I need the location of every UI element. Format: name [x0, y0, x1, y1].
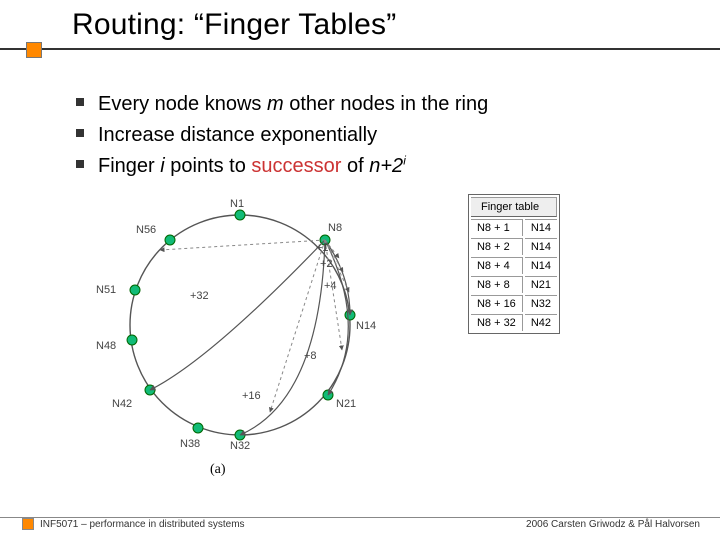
ft-c: N14 — [525, 219, 557, 236]
ring-label-n48: N48 — [96, 340, 116, 352]
bullet-3-text-a: Finger — [98, 155, 160, 177]
ft-c: N21 — [525, 276, 557, 293]
title-underline — [0, 48, 720, 50]
ring-label-n1: N1 — [230, 198, 244, 210]
footer-accent-icon — [22, 518, 34, 530]
ring-label-n51: N51 — [96, 284, 116, 296]
page-title: Routing: “Finger Tables” — [72, 8, 396, 42]
ring-label-n8: N8 — [328, 222, 342, 234]
ring-label-n56: N56 — [136, 224, 156, 236]
finger-table-caption: Finger table — [471, 197, 557, 217]
ft-c: N8 + 32 — [471, 314, 523, 331]
accent-square-icon — [26, 42, 42, 58]
slide: Routing: “Finger Tables” Every node know… — [0, 0, 720, 540]
offset-label-4: +4 — [324, 280, 337, 292]
bullet-3-i: i — [160, 155, 170, 177]
ft-c: N42 — [525, 314, 557, 331]
table-row: N8 + 16N32 — [471, 295, 557, 312]
bullet-1-text-a: Every node knows — [98, 93, 267, 115]
ft-c: N8 + 2 — [471, 238, 523, 255]
ft-c: N14 — [525, 257, 557, 274]
ft-c: N8 + 16 — [471, 295, 523, 312]
figure: N1 N8 N14 N21 N32 N38 N42 N48 N51 N56 +1… — [40, 180, 680, 480]
table-row: N8 + 32N42 — [471, 314, 557, 331]
bullet-2: Increase distance exponentially — [74, 121, 714, 150]
finger-table: Finger table N8 + 1N14 N8 + 2N14 N8 + 4N… — [468, 194, 560, 334]
bullet-3-expr: n+2i — [369, 155, 406, 177]
bullet-1-text-b: other nodes in the ring — [284, 93, 489, 115]
footer-right: 2006 Carsten Griwodz & Pål Halvorsen — [526, 519, 700, 530]
bullet-3-base: n+2 — [369, 155, 403, 177]
table-row: N8 + 1N14 — [471, 219, 557, 236]
table-row: N8 + 4N14 — [471, 257, 557, 274]
offset-label-2: +2 — [320, 258, 333, 270]
offset-label-8: +8 — [304, 350, 317, 362]
ft-c: N32 — [525, 295, 557, 312]
bullet-list: Every node knows m other nodes in the ri… — [34, 90, 714, 183]
bullet-1: Every node knows m other nodes in the ri… — [74, 90, 714, 119]
bullet-3: Finger i points to successor of n+2i — [74, 152, 714, 181]
footer: INF5071 – performance in distributed sys… — [0, 514, 720, 534]
bullet-1-m: m — [267, 93, 284, 115]
ft-c: N8 + 8 — [471, 276, 523, 293]
offset-label-1: +1 — [316, 242, 329, 254]
offset-label-32: +32 — [190, 290, 209, 302]
ring-label-n21: N21 — [336, 398, 356, 410]
title-bar: Routing: “Finger Tables” — [0, 6, 720, 50]
ft-c: N8 + 4 — [471, 257, 523, 274]
table-row: N8 + 8N21 — [471, 276, 557, 293]
bullet-3-text-b: points to — [170, 155, 251, 177]
ring-label-n42: N42 — [112, 398, 132, 410]
bullet-3-successor: successor — [251, 155, 341, 177]
offset-label-16: +16 — [242, 390, 261, 402]
ft-c: N8 + 1 — [471, 219, 523, 236]
table-row: N8 + 2N14 — [471, 238, 557, 255]
subfigure-label: (a) — [210, 462, 226, 478]
bullet-3-sup: i — [403, 153, 406, 167]
ring-label-n14: N14 — [356, 320, 376, 332]
footer-left: INF5071 – performance in distributed sys… — [40, 519, 245, 530]
ring-label-n32: N32 — [230, 440, 250, 452]
ring-label-n38: N38 — [180, 438, 200, 450]
bullet-3-text-c: of — [341, 155, 369, 177]
ft-c: N14 — [525, 238, 557, 255]
